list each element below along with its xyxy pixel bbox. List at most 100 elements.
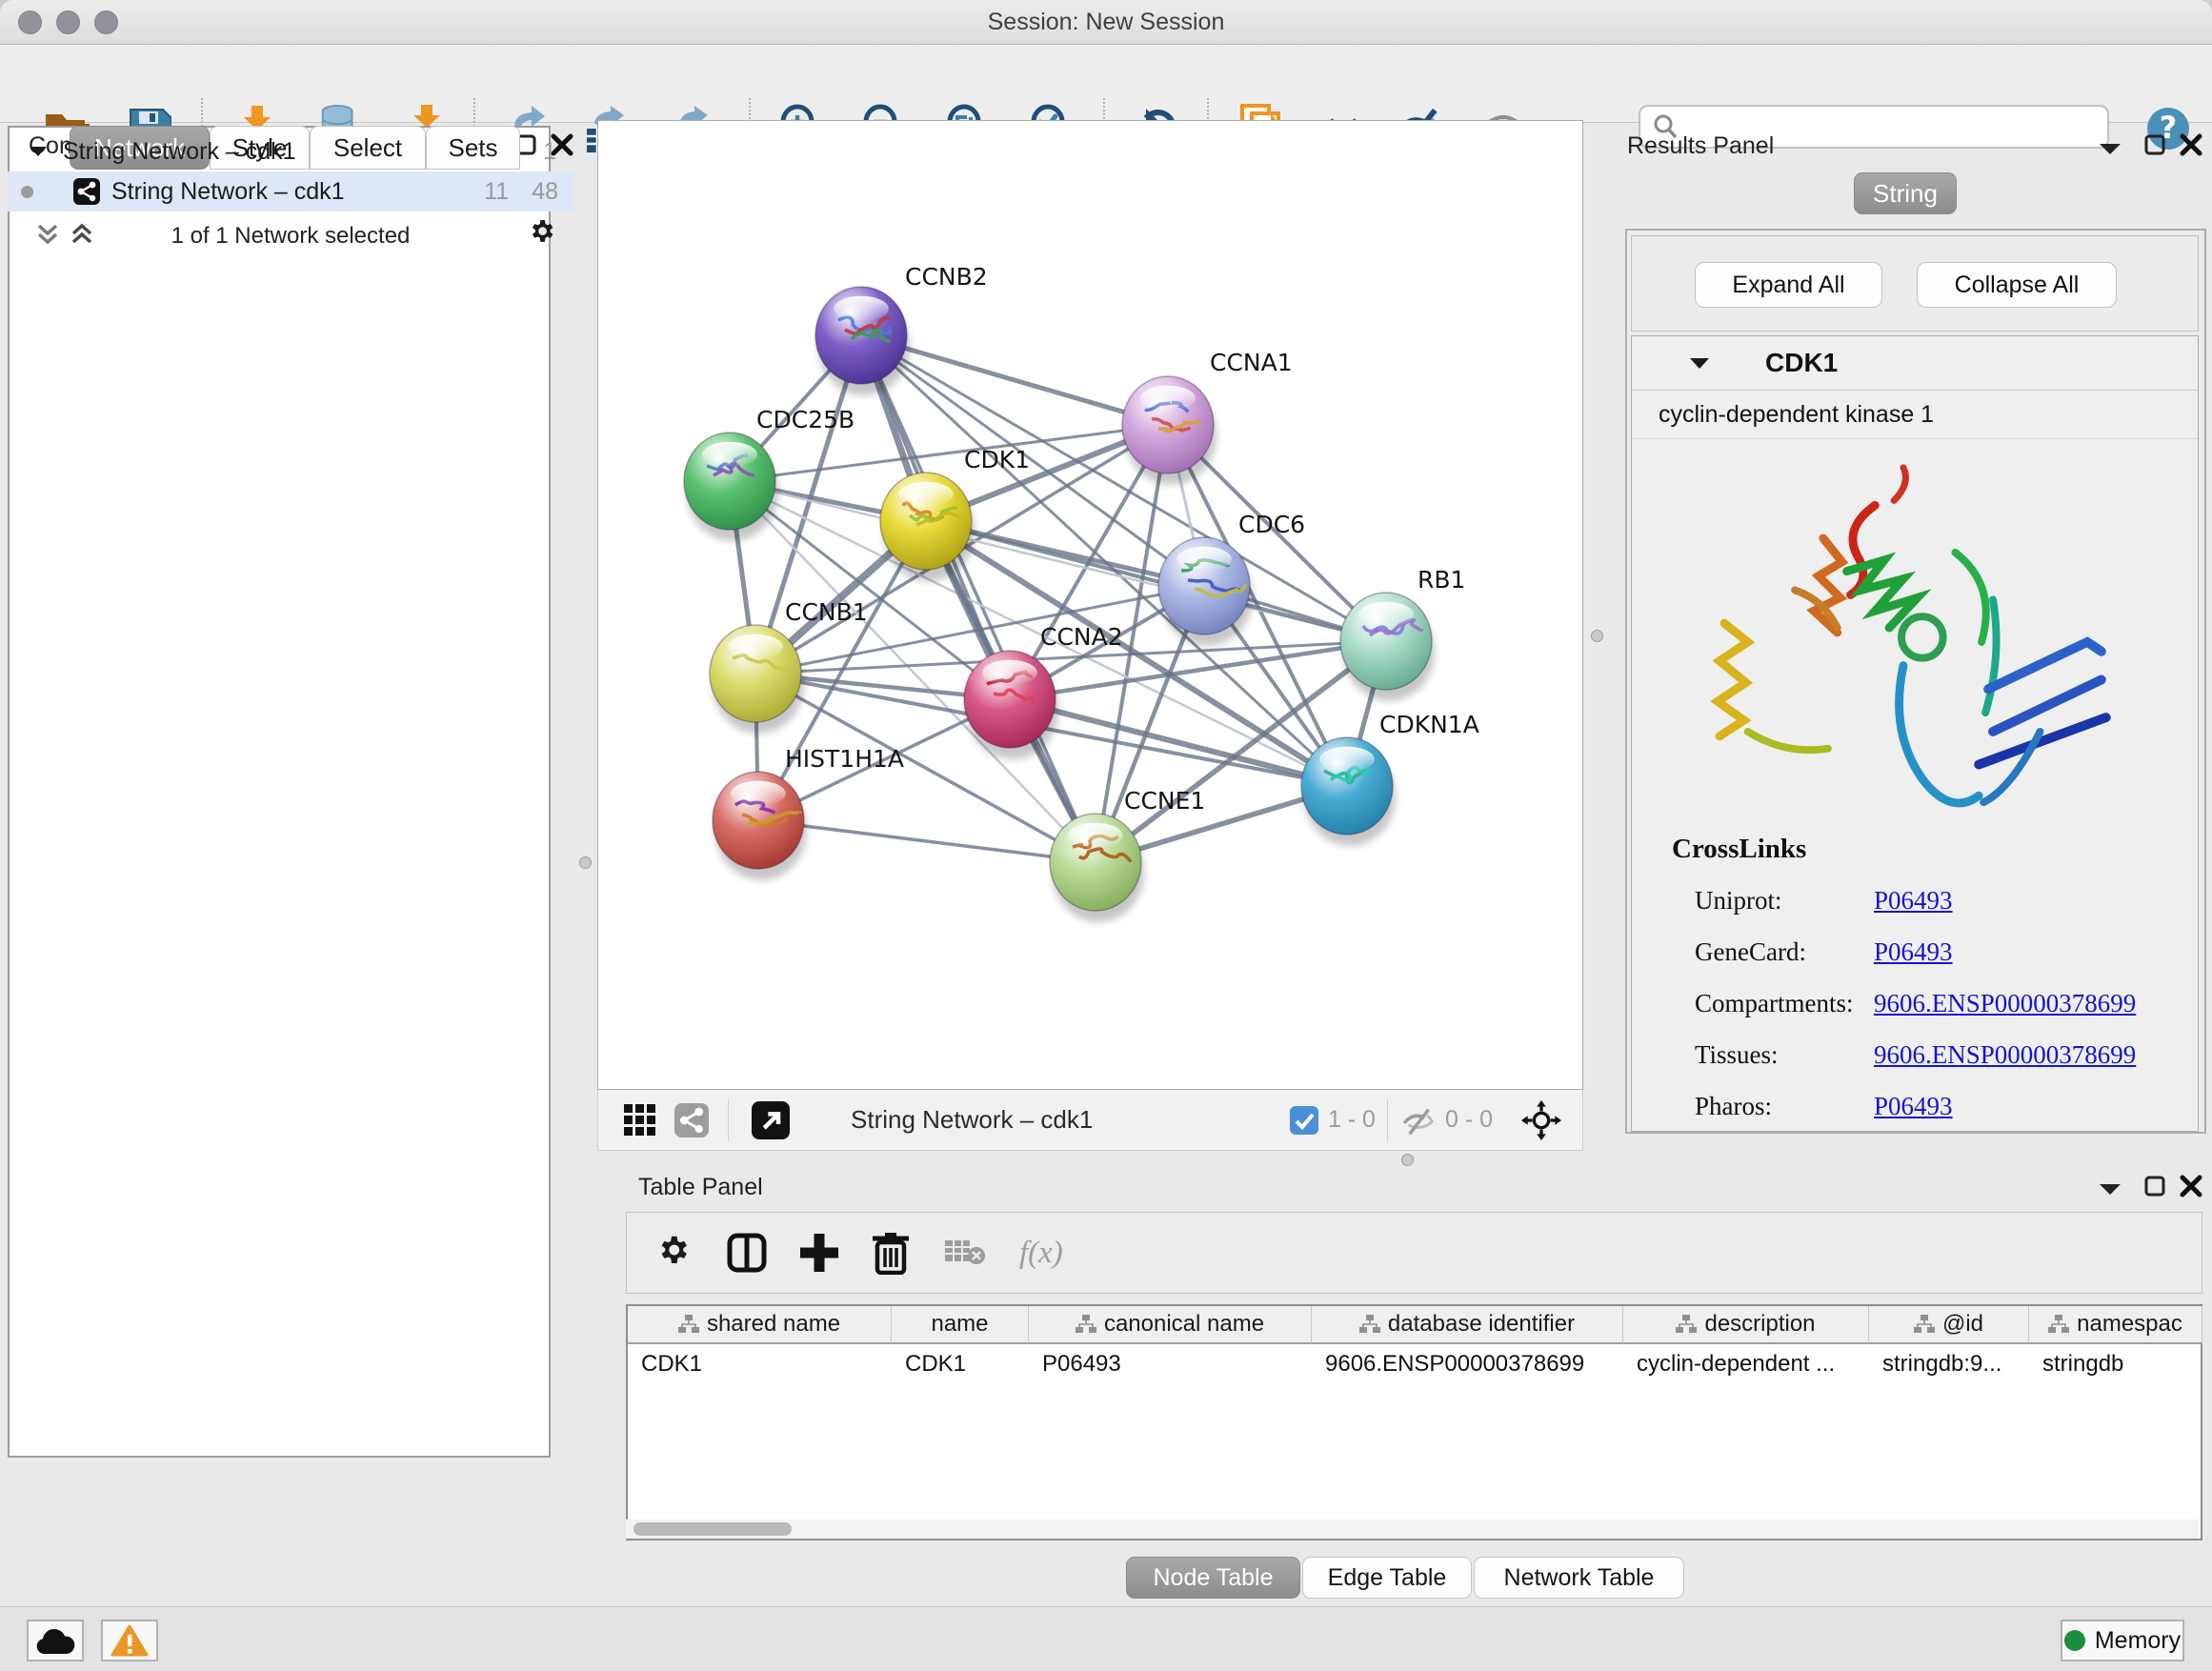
node-table[interactable]: shared name name canonical namedatabase id… [626, 1304, 2202, 1540]
memory-label: Memory [2095, 1627, 2181, 1655]
node-label: CCNB1 [785, 598, 868, 626]
show-columns-icon[interactable] [726, 1232, 768, 1274]
detach-view-icon[interactable] [752, 1101, 790, 1139]
column-type-icon [1914, 1315, 1935, 1334]
table-cell[interactable]: P06493 [1029, 1346, 1312, 1382]
table-cell[interactable]: CDK1 [628, 1346, 892, 1382]
tree-expand-icon[interactable] [29, 145, 48, 158]
tab-string[interactable]: String [1854, 172, 1957, 214]
network-node[interactable]: CCNA1 [1122, 349, 1293, 485]
delete-column-icon[interactable] [871, 1231, 911, 1275]
node-gloss [702, 442, 757, 468]
column-type-icon [1076, 1315, 1096, 1334]
network-node[interactable]: CCNE1 [1050, 787, 1205, 922]
network-label: String Network – cdk1 [111, 178, 345, 206]
table-cell[interactable]: 9606.ENSP00000378699 [1312, 1346, 1623, 1382]
gear-icon[interactable] [526, 217, 558, 250]
column-header[interactable]: canonical name [1029, 1306, 1312, 1344]
right-splitter-handle[interactable] [1591, 630, 1603, 642]
column-header[interactable]: description [1623, 1306, 1869, 1344]
column-header[interactable]: namespac [2029, 1306, 2202, 1344]
results-panel: Results Panel String Expand All Collapse… [1610, 126, 2212, 1170]
close-panel-icon[interactable] [2180, 133, 2202, 156]
network-view-icon[interactable] [674, 1103, 709, 1137]
table-toolbar: f(x) [626, 1212, 2202, 1294]
crosslink-label: Uniprot: [1695, 875, 1874, 926]
status-bar: Memory [0, 1606, 2212, 1671]
collapse-section-icon[interactable] [1689, 356, 1710, 371]
float-panel-icon[interactable] [2143, 1175, 2166, 1198]
node-label: CDC25B [756, 406, 855, 433]
node-label: CCNE1 [1124, 787, 1205, 815]
warning-button[interactable] [101, 1620, 158, 1661]
collapse-all-button[interactable]: Collapse All [1917, 262, 2117, 308]
scrollbar-thumb[interactable] [633, 1522, 792, 1536]
tab-node-table[interactable]: Node Table [1126, 1557, 1300, 1599]
network-collection-row[interactable]: String Network – cdk1 1 [8, 131, 573, 171]
node-gloss [1140, 386, 1196, 412]
node-label: CCNB2 [905, 263, 988, 291]
network-node[interactable]: RB1 [1340, 566, 1465, 701]
network-view-title: String Network – cdk1 [851, 1105, 1093, 1135]
network-node[interactable]: HIST1H1A [713, 745, 904, 880]
crosslinks-title: CrossLinks [1672, 834, 2198, 865]
network-canvas[interactable]: CCNB2CCNA1CDC25BCDK1CDC6RB1CCNB1CCNA2CDK… [597, 120, 1583, 1090]
network-node[interactable]: CCNB2 [815, 263, 988, 395]
node-label: CDK1 [964, 446, 1030, 473]
memory-button[interactable]: Memory [2061, 1620, 2184, 1661]
crosslink-value[interactable]: P06493 [1874, 886, 1953, 915]
network-node[interactable]: CDC6 [1158, 511, 1305, 646]
gene-section-header[interactable]: CDK1 [1632, 336, 2198, 391]
crosslink-label: Pharos: [1695, 1080, 1874, 1132]
table-cell[interactable]: cyclin-dependent ... [1623, 1346, 1869, 1382]
gear-icon[interactable] [654, 1233, 694, 1273]
crosslink-value[interactable]: P06493 [1874, 1092, 1953, 1120]
tab-network-table[interactable]: Network Table [1474, 1557, 1684, 1599]
grid-view-icon[interactable] [623, 1103, 657, 1137]
application-window: Session: New Session [0, 0, 2212, 1671]
window-title: Session: New Session [0, 9, 2212, 36]
horizontal-scrollbar[interactable] [626, 1520, 2199, 1539]
expand-all-button[interactable]: Expand All [1695, 262, 1882, 308]
network-row-selected[interactable]: String Network – cdk1 11 48 [8, 171, 573, 211]
tab-edge-table[interactable]: Edge Table [1302, 1557, 1472, 1599]
node-label: CDC6 [1238, 511, 1305, 538]
table-cell[interactable]: CDK1 [892, 1346, 1029, 1382]
panel-menu-icon[interactable] [2098, 141, 2122, 156]
float-panel-icon[interactable] [2143, 133, 2166, 156]
close-panel-icon[interactable] [2180, 1175, 2202, 1198]
gene-name: CDK1 [1765, 348, 1838, 378]
left-splitter-handle[interactable] [579, 856, 592, 869]
network-edge[interactable] [926, 521, 1386, 641]
crosslink-value[interactable]: 9606.ENSP00000378699 [1874, 1040, 2136, 1069]
node-gloss [834, 296, 889, 322]
collection-count: 1 [543, 138, 556, 166]
collection-label: String Network – cdk1 [63, 138, 296, 166]
cloud-button[interactable] [27, 1620, 84, 1661]
table-panel-title: Table Panel [638, 1174, 763, 1201]
bottom-splitter-handle[interactable] [1401, 1154, 1414, 1166]
column-header[interactable]: name [892, 1306, 1029, 1344]
node-gloss [898, 482, 954, 508]
pan-crosshair-icon[interactable] [1521, 1100, 1561, 1140]
network-node[interactable]: CDK1 [880, 446, 1030, 581]
selected-checkbox-icon[interactable] [1290, 1106, 1318, 1135]
panel-menu-icon[interactable] [2098, 1181, 2122, 1197]
add-column-icon[interactable] [798, 1232, 840, 1274]
table-cell[interactable]: stringdb:9... [1869, 1346, 2029, 1382]
crosslink-label: Tissues: [1695, 1029, 1874, 1080]
crosslink-row: Uniprot:P06493 [1695, 875, 2198, 926]
warning-icon [111, 1624, 149, 1657]
table-cell[interactable]: stringdb [2029, 1346, 2202, 1382]
crosslink-value[interactable]: P06493 [1874, 937, 1953, 966]
crosslink-row: GeneCard:P06493 [1695, 926, 2198, 977]
column-header[interactable]: database identifier [1312, 1306, 1623, 1344]
network-edge[interactable] [758, 820, 1096, 862]
column-header[interactable]: shared name [628, 1306, 892, 1344]
network-node[interactable]: CDC25B [684, 406, 855, 541]
crosslink-value[interactable]: 9606.ENSP00000378699 [1874, 989, 2136, 1017]
network-node[interactable]: CDKN1A [1301, 711, 1479, 846]
column-header[interactable]: @id [1869, 1306, 2029, 1344]
network-edge[interactable] [861, 335, 1096, 862]
column-header-label: name [931, 1311, 988, 1338]
